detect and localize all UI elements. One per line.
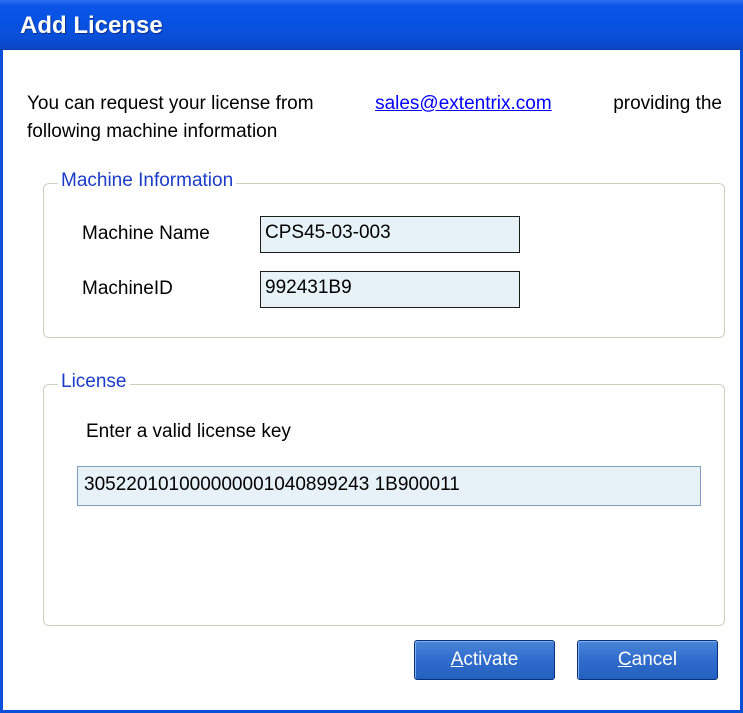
cancel-label: ancel xyxy=(631,649,678,670)
license-key-input[interactable]: 305220101000000001040899243 1B900011 xyxy=(77,466,701,506)
machine-info-legend: Machine Information xyxy=(58,170,237,192)
sales-email-link[interactable]: sales@extentrix.com xyxy=(375,90,552,118)
intro-text-before: You can request your license from xyxy=(27,93,314,114)
machine-id-label: MachineID xyxy=(82,278,173,299)
license-legend: License xyxy=(58,371,130,393)
window-title: Add License xyxy=(20,12,163,39)
machine-info-group: Machine Information xyxy=(43,170,725,338)
activate-mnemonic: A xyxy=(450,649,464,670)
machine-name-field[interactable]: CPS45-03-003 xyxy=(260,216,520,253)
cancel-mnemonic: C xyxy=(617,649,632,670)
title-bar[interactable]: Add License xyxy=(0,0,743,50)
intro-text: You can request your license from sales@… xyxy=(27,90,722,146)
machine-name-label: Machine Name xyxy=(82,223,210,244)
cancel-button[interactable]: Cancel xyxy=(577,640,718,680)
activate-button[interactable]: Activate xyxy=(414,640,555,680)
activate-label: ctivate xyxy=(463,649,519,670)
machine-id-field[interactable]: 992431B9 xyxy=(260,271,520,308)
intro-line2: following machine information xyxy=(27,121,278,142)
license-prompt: Enter a valid license key xyxy=(86,421,291,442)
intro-text-after: providing the xyxy=(613,93,722,114)
